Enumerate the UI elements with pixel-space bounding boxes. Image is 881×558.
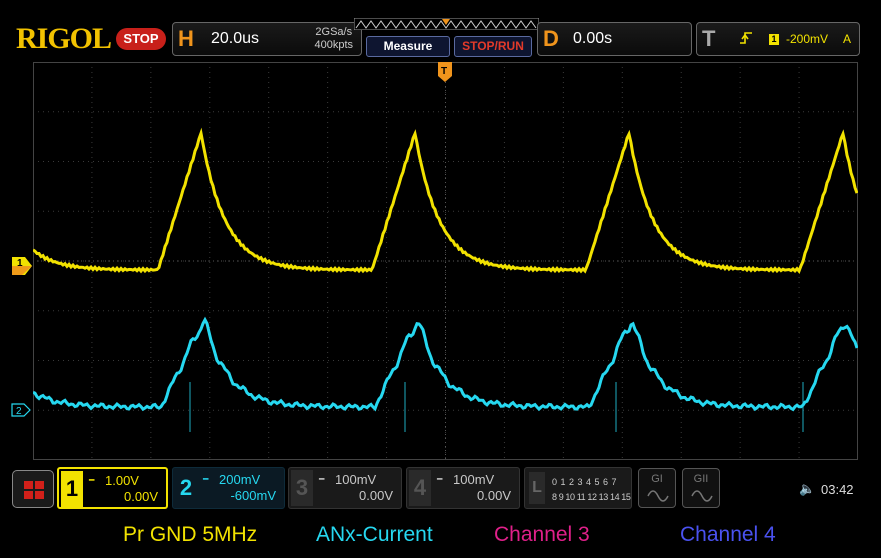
channel-2-box[interactable]: 2 ━ 200mV -600mV bbox=[172, 467, 285, 509]
trigger-source: 1 bbox=[769, 34, 779, 45]
run-state-badge[interactable]: STOP bbox=[116, 28, 166, 50]
channel-4-offset: 0.00V bbox=[477, 488, 511, 503]
legend-ch2: ANx-Current bbox=[316, 523, 433, 546]
delay-panel[interactable]: D 0.00s bbox=[537, 22, 692, 56]
channel-2-number: 2 bbox=[179, 475, 193, 500]
trigger-panel[interactable]: T 1 -200mV A bbox=[696, 22, 860, 56]
menu-grid-icon bbox=[24, 481, 44, 499]
system-clock: 03:42 bbox=[821, 482, 854, 497]
ch2-trace bbox=[33, 316, 858, 412]
channel-4-number: 4 bbox=[409, 470, 431, 506]
sampling-info: 2GSa/s 400kpts bbox=[314, 26, 353, 52]
logic-label: L bbox=[529, 472, 545, 504]
sine-wave-icon bbox=[691, 490, 713, 502]
logic-channels-high: 8 9 10 11 12 13 14 15 bbox=[552, 492, 631, 502]
legend-ch3: Channel 3 bbox=[494, 523, 590, 546]
trigger-marker-label: T bbox=[441, 66, 447, 77]
rising-edge-icon bbox=[739, 30, 753, 49]
trigger-label: T bbox=[702, 26, 716, 51]
dc-coupling-icon: ━ bbox=[319, 474, 325, 484]
dc-coupling-icon: ━ bbox=[437, 474, 443, 484]
horizontal-panel[interactable]: H 20.0us 2GSa/s 400kpts bbox=[172, 22, 362, 56]
channel-4-box[interactable]: 4 ━ 100mV 0.00V bbox=[406, 467, 520, 509]
main-menu-button[interactable] bbox=[12, 470, 54, 508]
channel-bar: 1 ━ 1.00V 0.00V 2 ━ 200mV -600mV 3 ━ 100… bbox=[0, 463, 881, 513]
speaker-muted-icon[interactable]: 🔈 bbox=[799, 481, 815, 497]
logic-channels-low: 0 1 2 3 4 5 6 7 bbox=[552, 477, 618, 487]
channel-3-box[interactable]: 3 ━ 100mV 0.00V bbox=[288, 467, 402, 509]
channel-1-scale: 1.00V bbox=[105, 473, 139, 488]
waveform-display[interactable] bbox=[33, 62, 858, 460]
horizontal-label: H bbox=[178, 26, 194, 51]
trigger-position-marker[interactable]: T bbox=[438, 62, 452, 82]
stop-run-button[interactable]: STOP/RUN bbox=[454, 36, 532, 57]
measure-button[interactable]: Measure bbox=[366, 36, 450, 57]
sample-rate: 2GSa/s bbox=[315, 26, 353, 38]
timebase-value: 20.0us bbox=[211, 30, 260, 47]
top-status-bar: RIGOL STOP H 20.0us 2GSa/s 400kpts Measu… bbox=[0, 0, 881, 62]
delay-label: D bbox=[543, 26, 559, 51]
dc-coupling-icon: ━ bbox=[203, 474, 209, 484]
channel-1-offset: 0.00V bbox=[124, 489, 158, 504]
ch1-offset-marker[interactable]: 1 bbox=[12, 257, 32, 275]
channel-3-number: 3 bbox=[291, 470, 313, 506]
brand-logo: RIGOL bbox=[16, 22, 112, 55]
channel-2-scale: 200mV bbox=[219, 472, 261, 487]
channel-1-box[interactable]: 1 ━ 1.00V 0.00V bbox=[57, 467, 168, 509]
memory-depth: 400kpts bbox=[314, 39, 353, 51]
ch2-offset-marker[interactable]: 2 bbox=[11, 403, 31, 417]
channel-3-scale: 100mV bbox=[335, 472, 377, 487]
generator-2-button[interactable]: GII bbox=[682, 468, 720, 508]
ch1-marker-label: 1 bbox=[17, 258, 23, 269]
generator-2-label: GII bbox=[693, 473, 709, 485]
logic-analyzer-box[interactable]: L 0 1 2 3 4 5 6 7 8 9 10 11 12 13 14 15 bbox=[524, 467, 632, 509]
channel-4-scale: 100mV bbox=[453, 472, 495, 487]
channel-1-number: 1 bbox=[61, 471, 83, 507]
dc-coupling-icon: ━ bbox=[89, 475, 95, 485]
trigger-mode: A bbox=[843, 32, 852, 46]
sine-wave-icon bbox=[647, 490, 669, 502]
ch2-marker-label: 2 bbox=[16, 406, 22, 417]
channel-3-offset: 0.00V bbox=[359, 488, 393, 503]
trigger-level: -200mV bbox=[786, 32, 829, 46]
channel-2-offset: -600mV bbox=[230, 488, 276, 503]
memory-position-indicator bbox=[354, 18, 539, 30]
legend-ch4: Channel 4 bbox=[680, 523, 776, 546]
generator-1-button[interactable]: GI bbox=[638, 468, 676, 508]
generator-1-label: GI bbox=[651, 473, 663, 485]
legend-ch1: Pr GND 5MHz bbox=[123, 523, 258, 546]
graticule bbox=[33, 62, 858, 460]
delay-value: 0.00s bbox=[573, 30, 613, 47]
